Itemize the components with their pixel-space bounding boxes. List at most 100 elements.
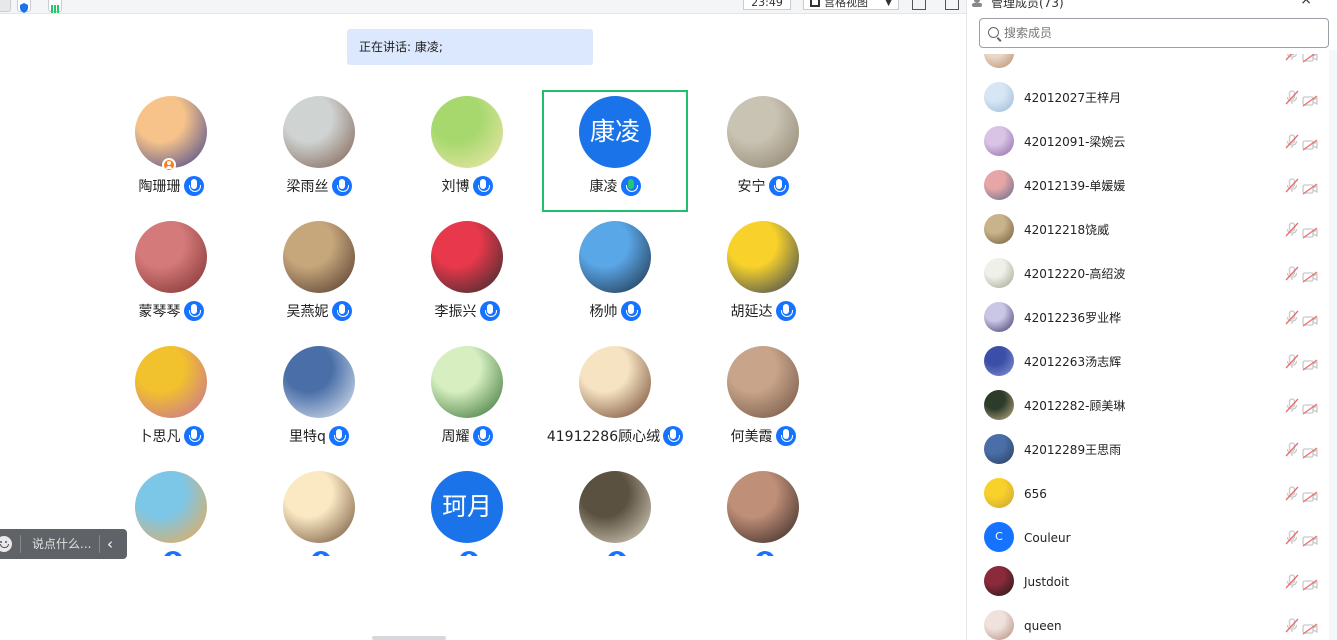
- participant-list-item[interactable]: 42012289王思雨: [967, 428, 1327, 472]
- participant-tile[interactable]: 里特q: [246, 340, 392, 462]
- camera-off-icon[interactable]: [1302, 400, 1318, 415]
- participant-list-item[interactable]: 42012218饶威: [967, 208, 1327, 252]
- participant-tile[interactable]: 刘博: [394, 90, 540, 212]
- signal-bars-icon[interactable]: [48, 0, 62, 13]
- avatar: [283, 96, 355, 168]
- mic-muted-icon[interactable]: [1285, 310, 1299, 325]
- participant-list-item[interactable]: 42012220-高绍波: [967, 252, 1327, 296]
- participant-tile[interactable]: 李振兴: [394, 215, 540, 337]
- participant-tile[interactable]: 41912286顾心绒: [542, 340, 688, 462]
- participant-list-item[interactable]: 42012139-单媛媛: [967, 164, 1327, 208]
- participant-tile[interactable]: 梁雨丝: [246, 90, 392, 212]
- participant-list-item[interactable]: 42012091-梁婉云: [967, 120, 1327, 164]
- participant-list-item[interactable]: Justdoit: [967, 560, 1327, 604]
- participant-name-row: 周耀: [394, 426, 540, 448]
- collapse-chevron-icon[interactable]: ‹: [107, 529, 113, 559]
- participant-name-row: 梁雨丝: [246, 176, 392, 198]
- avatar-initials: 康凌: [579, 96, 651, 168]
- mic-icon: [768, 176, 789, 196]
- chevron-down-icon: ▼: [885, 0, 892, 8]
- participant-list-item[interactable]: 42012282-顾美琳: [967, 384, 1327, 428]
- avatar: [984, 390, 1014, 420]
- view-mode-label: 宫格视图: [824, 0, 868, 9]
- camera-off-icon[interactable]: [1302, 92, 1318, 107]
- camera-off-icon[interactable]: [1302, 444, 1318, 459]
- member-search-box[interactable]: [979, 18, 1329, 48]
- camera-off-icon[interactable]: [1302, 224, 1318, 239]
- camera-off-icon[interactable]: [1302, 576, 1318, 591]
- mic-muted-icon[interactable]: [1285, 398, 1299, 413]
- mic-muted-icon[interactable]: [1285, 134, 1299, 149]
- participant-tile[interactable]: 安宁: [690, 90, 836, 212]
- participant-name: 周耀: [441, 429, 470, 445]
- participant-list-name: Couleur: [1024, 531, 1071, 545]
- participant-list-item[interactable]: 42012236罗业桦: [967, 296, 1327, 340]
- participant-tile[interactable]: 陶珊珊: [98, 90, 244, 212]
- chat-input-bar[interactable]: 说点什么... ‹: [0, 529, 127, 559]
- close-icon[interactable]: ×: [1300, 0, 1312, 8]
- camera-off-icon[interactable]: [1302, 532, 1318, 547]
- participant-name-row: 康凌: [544, 176, 686, 198]
- camera-off-icon[interactable]: [1302, 356, 1318, 371]
- participant-list-item[interactable]: [967, 54, 1327, 76]
- participant-tile[interactable]: 周耀: [394, 340, 540, 462]
- camera-off-icon[interactable]: [1302, 620, 1318, 635]
- horizontal-scrollbar[interactable]: [372, 636, 446, 640]
- mic-icon: [620, 301, 641, 321]
- mic-muted-icon[interactable]: [1285, 618, 1299, 633]
- participant-tile[interactable]: 蒙琴琴: [98, 215, 244, 337]
- camera-off-icon[interactable]: [1302, 54, 1318, 63]
- mic-muted-icon[interactable]: [1285, 266, 1299, 281]
- participant-list-name: 42012218饶威: [1024, 223, 1110, 237]
- vertical-scrollbar[interactable]: [1329, 50, 1337, 640]
- participant-name: 胡延达: [730, 304, 773, 320]
- mic-muted-icon[interactable]: [1285, 54, 1299, 61]
- avatar: [283, 221, 355, 293]
- mic-muted-icon[interactable]: [1285, 354, 1299, 369]
- avatar: [984, 478, 1014, 508]
- mic-icon: [479, 301, 500, 321]
- participant-name: 何美霞: [730, 429, 773, 445]
- participant-list-name: 42012263汤志辉: [1024, 355, 1122, 369]
- mic-muted-icon[interactable]: [1285, 486, 1299, 501]
- participant-tile[interactable]: 卜思凡: [98, 340, 244, 462]
- participant-tile[interactable]: 何美霞: [690, 340, 836, 462]
- toolbar-icon-partial[interactable]: [0, 0, 11, 12]
- avatar: [135, 346, 207, 418]
- avatar: [283, 346, 355, 418]
- participant-list[interactable]: 42012027王梓月 42012091-梁婉云 42012139-单媛媛 42012…: [967, 54, 1327, 640]
- camera-off-icon[interactable]: [1302, 268, 1318, 283]
- mic-muted-icon[interactable]: [1285, 90, 1299, 105]
- avatar: [431, 346, 503, 418]
- participant-tile[interactable]: 吴燕妮: [246, 215, 392, 337]
- participant-name-row: 胡延达: [690, 301, 836, 323]
- participant-list-item[interactable]: 656: [967, 472, 1327, 516]
- mic-muted-icon[interactable]: [1285, 530, 1299, 545]
- shield-icon[interactable]: [17, 0, 31, 13]
- participant-tile[interactable]: 胡延达: [690, 215, 836, 337]
- participant-name: 梁雨丝: [286, 179, 329, 195]
- camera-off-icon[interactable]: [1302, 136, 1318, 151]
- window-layout-icon[interactable]: [945, 0, 959, 10]
- mic-muted-icon[interactable]: [1285, 442, 1299, 457]
- participant-list-item[interactable]: C Couleur: [967, 516, 1327, 560]
- chat-placeholder[interactable]: 说点什么...: [32, 529, 91, 559]
- avatar-initials: C: [984, 522, 1014, 552]
- avatar: [984, 566, 1014, 596]
- mic-muted-icon[interactable]: [1285, 574, 1299, 589]
- member-search-input[interactable]: [1004, 19, 1324, 47]
- camera-off-icon[interactable]: [1302, 488, 1318, 503]
- camera-off-icon[interactable]: [1302, 180, 1318, 195]
- participant-list-item[interactable]: 42012263汤志辉: [967, 340, 1327, 384]
- participant-list-item[interactable]: queen: [967, 604, 1327, 640]
- view-mode-dropdown[interactable]: 宫格视图 ▼: [803, 0, 899, 10]
- participant-list-item[interactable]: 42012027王梓月: [967, 76, 1327, 120]
- mic-muted-icon[interactable]: [1285, 178, 1299, 193]
- participant-tile[interactable]: 杨帅: [542, 215, 688, 337]
- fullscreen-icon[interactable]: [912, 0, 926, 10]
- mic-muted-icon[interactable]: [1285, 222, 1299, 237]
- participant-tile[interactable]: 康凌 康凌: [542, 90, 688, 212]
- avatar: [984, 126, 1014, 156]
- camera-off-icon[interactable]: [1302, 312, 1318, 327]
- emoji-icon[interactable]: [0, 536, 12, 552]
